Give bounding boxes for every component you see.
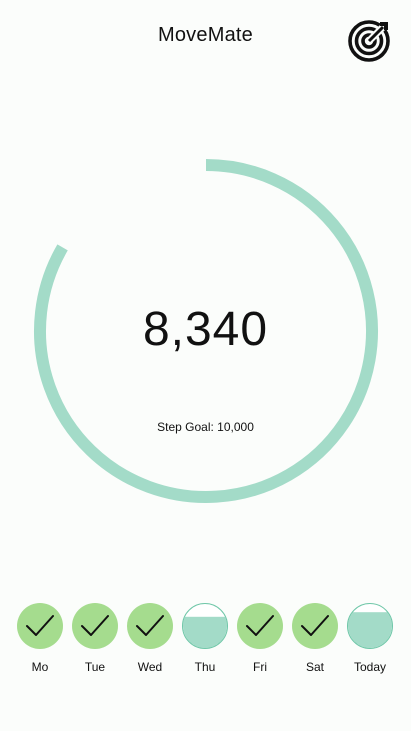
day-completed-circle	[72, 603, 118, 649]
day-label: Tue	[84, 660, 106, 674]
day-label: Today	[353, 660, 387, 674]
day-item[interactable]: Mo	[17, 603, 63, 674]
day-item[interactable]: Wed	[127, 603, 173, 674]
step-count: 8,340	[142, 303, 269, 356]
day-completed-circle	[17, 603, 63, 649]
day-item[interactable]: Today	[347, 603, 393, 674]
day-label: Wed	[137, 660, 163, 674]
day-partial-circle	[182, 603, 228, 649]
day-label: Thu	[194, 660, 216, 674]
day-label: Fri	[253, 660, 267, 674]
day-item[interactable]: Fri	[237, 603, 283, 674]
target-icon[interactable]	[347, 19, 391, 63]
day-partial-circle	[347, 603, 393, 649]
day-item[interactable]: Thu	[182, 603, 228, 674]
day-label: Sat	[305, 660, 324, 674]
weekly-progress: Mo Tue Wed Thu Fri Sat Today	[17, 603, 395, 683]
day-completed-circle	[237, 603, 283, 649]
step-goal-label: Step Goal: 10,000	[157, 420, 254, 434]
day-label: Mo	[31, 660, 49, 674]
day-completed-circle	[292, 603, 338, 649]
day-item[interactable]: Sat	[292, 603, 338, 674]
day-completed-circle	[127, 603, 173, 649]
day-item[interactable]: Tue	[72, 603, 118, 674]
